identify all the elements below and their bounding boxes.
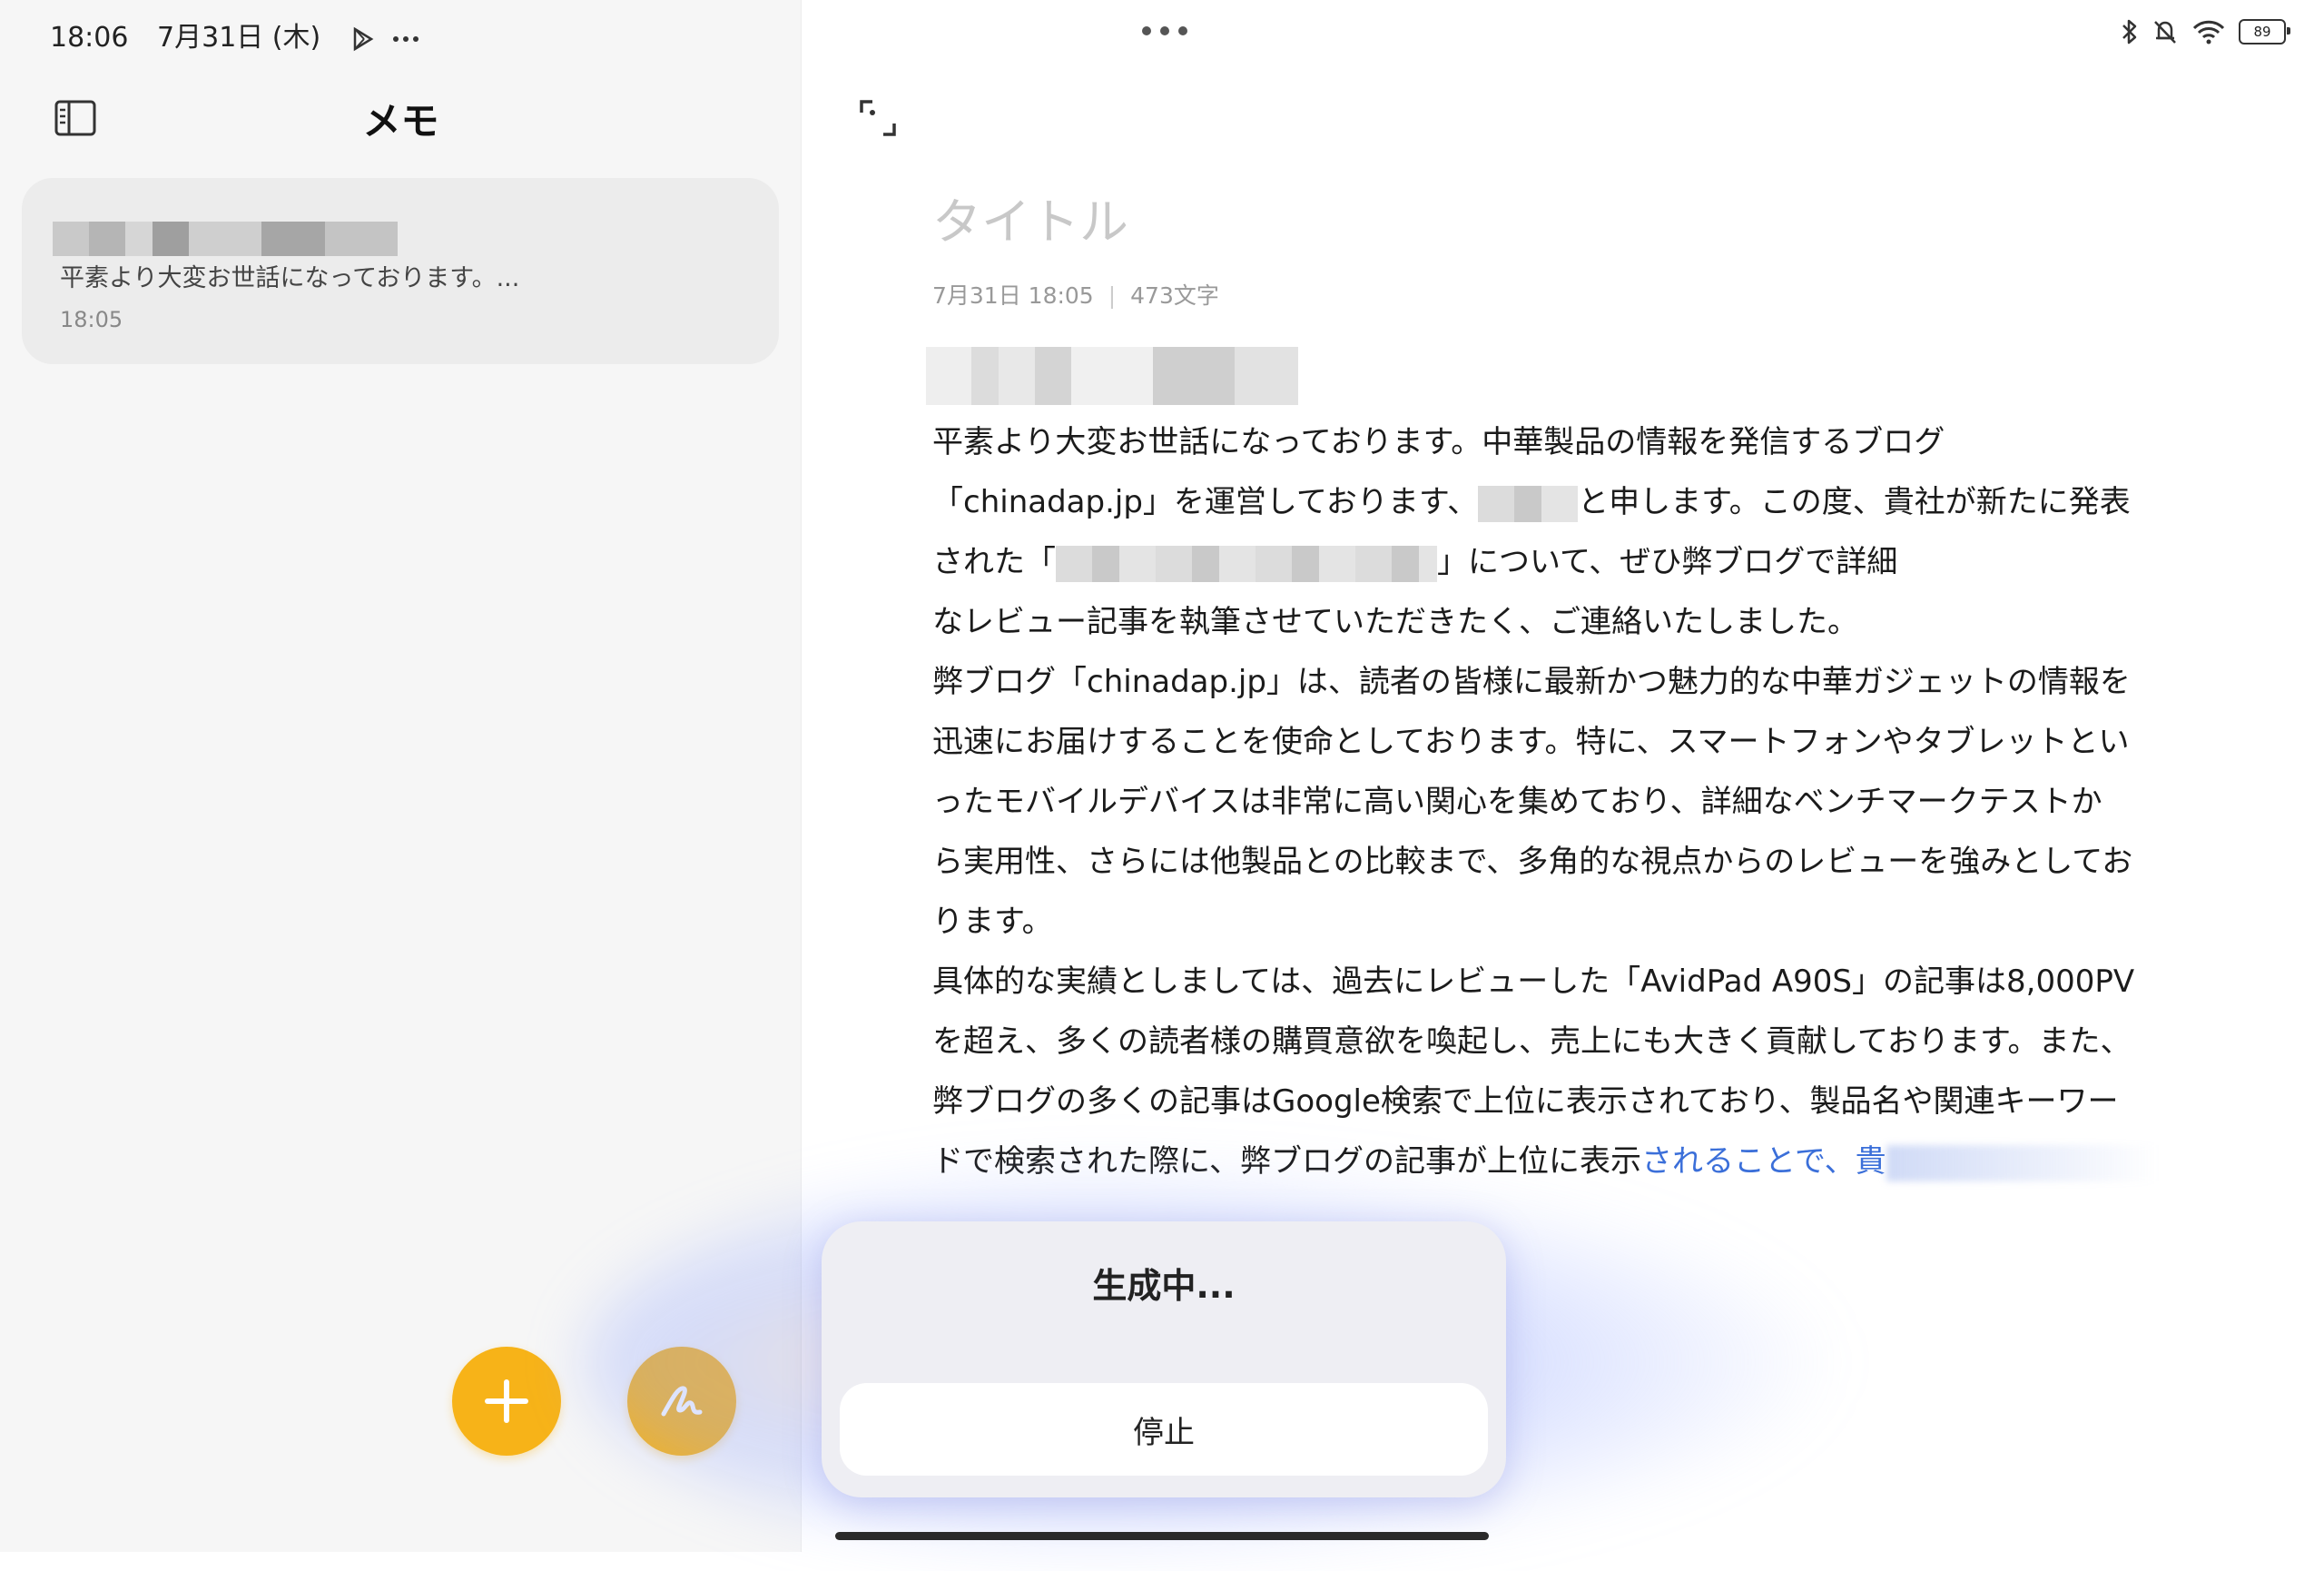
body-line: を超え、多くの読者様の購買意欲を喚起し、売上にも大きく貢献しております。また、 (932, 1023, 2132, 1060)
bluetooth-icon (2122, 19, 2137, 44)
plus-icon (485, 1379, 528, 1423)
notes-title: メモ (362, 99, 439, 143)
add-note-button[interactable] (452, 1347, 561, 1456)
stop-button[interactable]: 停止 (840, 1383, 1488, 1476)
status-bar-left: 18:06 7月31日 (木) (50, 15, 419, 54)
note-time: 18:05 (60, 307, 123, 332)
note-list-item[interactable]: 平素より大変お世話になっております。... 18:05 (22, 178, 779, 364)
generation-fade (1886, 1144, 2159, 1181)
note-body[interactable]: 平素より大変お世話になっております。中華製品の情報を発信するブログ 「china… (932, 412, 2221, 1191)
body-line: ったモバイルデバイスは非常に高い関心を集めており、詳細なベンチマークテストか (932, 784, 2102, 820)
note-snippet: 平素より大変お世話になっております。... (60, 264, 520, 292)
redacted-note-title (53, 222, 398, 256)
expand-icon[interactable] (858, 98, 898, 138)
redacted-recipient (926, 347, 1298, 405)
battery-icon: 89 (2239, 19, 2290, 44)
body-line: ります。 (932, 904, 1053, 940)
more-icon (393, 35, 419, 42)
mute-icon (2154, 21, 2176, 44)
status-bar-right: 89 (2121, 18, 2290, 45)
note-title-field[interactable]: タイトル (932, 182, 1128, 253)
ai-generation-panel: 生成中... 停止 (822, 1221, 1506, 1497)
redacted-name (1478, 485, 1579, 522)
body-line: 弊ブログの多くの記事はGoogle検索で上位に表示されており、製品名や関連キーワ… (932, 1083, 2119, 1120)
meta-separator: | (1108, 282, 1117, 309)
char-count: 473文字 (1130, 282, 1219, 309)
generation-status: 生成中... (1092, 1266, 1236, 1306)
body-line: 弊ブログ「chinadap.jp」は、読者の皆様に最新かつ魅力的な中華ガジェット… (932, 664, 2131, 700)
status-time: 18:06 (50, 22, 129, 54)
play-store-icon (353, 26, 374, 51)
body-line: 具体的な実績としましては、過去にレビューした「AvidPad A90S」の記事は… (932, 963, 2135, 1000)
body-line: 「chinadap.jp」を運営しております、 と申します。この度、貴社が新たに発… (932, 484, 2131, 522)
window-options-icon[interactable] (1137, 22, 1192, 40)
body-line: 平素より大変お世話になっております。中華製品の情報を発信するブログ (932, 424, 1945, 460)
wifi-icon (2192, 20, 2225, 44)
home-indicator[interactable] (835, 1532, 1489, 1540)
body-line: 迅速にお届けすることを使命としております。特に、スマートフォンやタブレットとい (932, 724, 2130, 760)
note-meta: 7月31日 18:05 | 473文字 (932, 278, 1219, 311)
body-line: ら実用性、さらには他製品との比較まで、多角的な視点からのレビューを強みとしてお (932, 844, 2133, 880)
note-date: 7月31日 18:05 (932, 282, 1094, 309)
battery-level: 89 (2253, 24, 2271, 40)
body-line: された「 」について、ぜひ弊ブログで詳細 (932, 544, 1898, 582)
redacted-product (1056, 545, 1437, 582)
status-date: 7月31日 (木) (157, 22, 321, 54)
streaming-text: されることで、貴 (1640, 1143, 1886, 1180)
body-line: なレビュー記事を執筆させていただきたく、ご連絡いたしました。 (932, 604, 1858, 640)
